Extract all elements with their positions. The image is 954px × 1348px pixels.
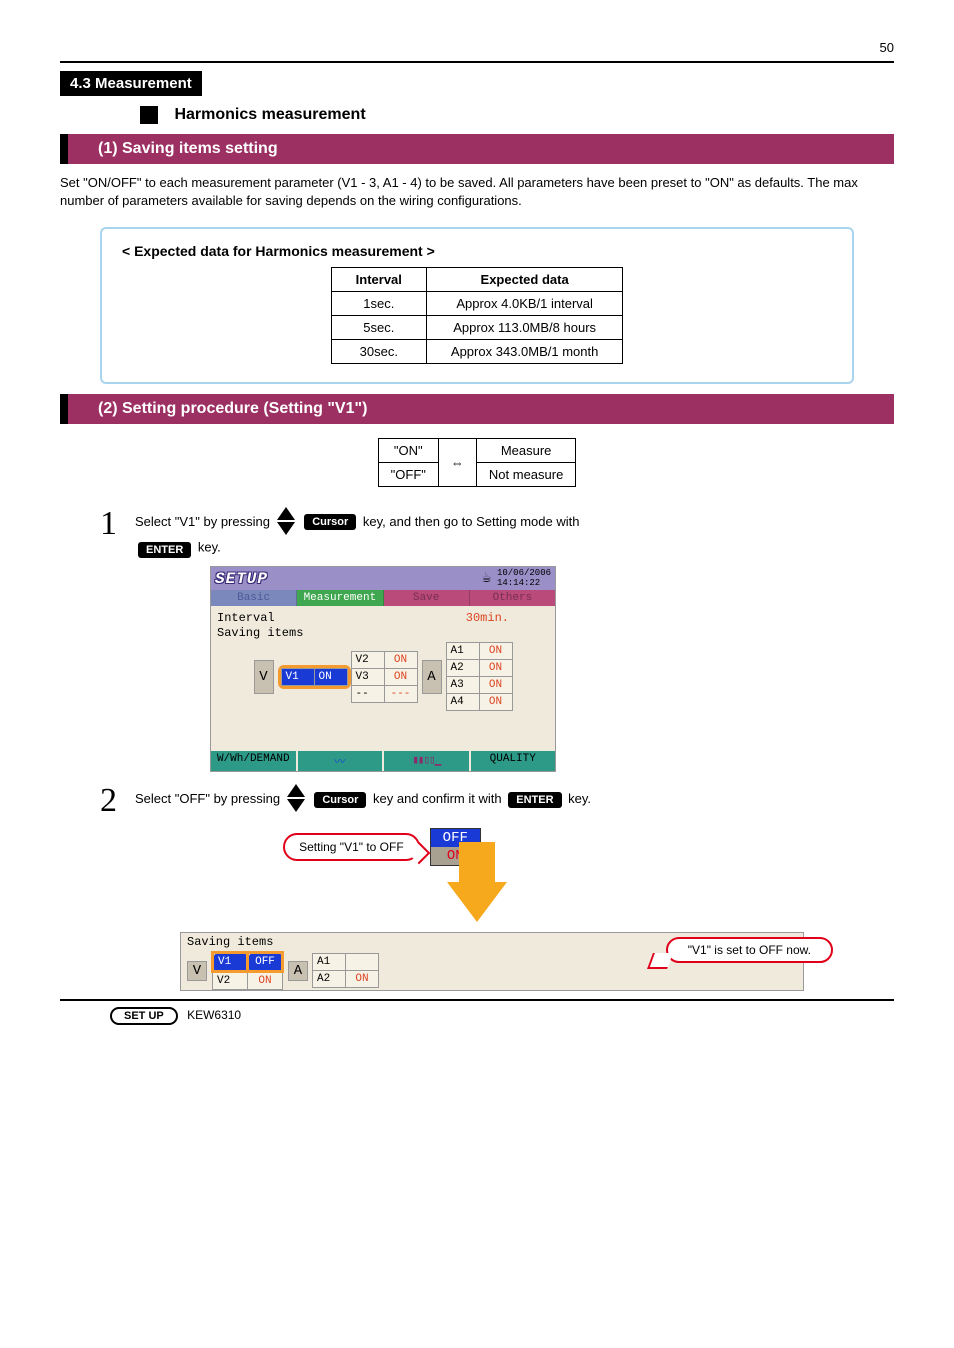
onoff-arrows: ⇔ — [438, 438, 476, 486]
footer-model: KEW6310 — [187, 1009, 241, 1023]
enter-key: ENTER — [138, 542, 191, 558]
section-label: 4.3 Measurement — [60, 71, 202, 96]
updown-cursor-icon — [277, 507, 295, 538]
softkey-bars: ▮▮▯▯▁ — [384, 751, 471, 771]
intro-paragraph: Set "ON/OFF" to each measurement paramet… — [60, 174, 894, 210]
footer: SET UP KEW6310 — [60, 1007, 894, 1025]
step1-tail: key. — [198, 539, 221, 554]
a-group-label: A — [422, 660, 442, 694]
screen-tabs: Basic Measurement Save Others — [211, 590, 555, 606]
wave-icon: 〰︎ — [334, 757, 345, 769]
screen-softkeys: W/Wh/DEMAND 〰︎ ▮▮▯▯▁ QUALITY — [211, 751, 555, 771]
onoff-measure: Measure — [476, 438, 575, 462]
tab-save: Save — [384, 590, 470, 606]
bars-icon: ▮▮▯▯▁ — [412, 755, 440, 767]
step-number: 2 — [100, 784, 117, 818]
v-table-rest: V2ON V3ON ----- — [351, 651, 418, 703]
softkey-wave: 〰︎ — [298, 751, 385, 771]
step1-text-a: Select "V1" by pressing — [135, 514, 270, 529]
saving-items-label: Saving items — [217, 626, 549, 640]
step2-text-b: key and confirm it with — [373, 791, 502, 806]
onoff-notmeasure: Not measure — [476, 462, 575, 486]
softkey-quality: QUALITY — [471, 751, 556, 771]
step-number: 1 — [100, 507, 117, 541]
table-row: 1sec.Approx 4.0KB/1 interval — [331, 291, 623, 315]
coffee-icon: ☕ — [482, 571, 491, 586]
v-group-label: V — [254, 660, 274, 694]
step-1: 1 Select "V1" by pressing Cursor key, an… — [100, 507, 894, 558]
onoff-off-label: "OFF" — [378, 462, 438, 486]
enter-key: ENTER — [508, 792, 561, 808]
onoff-legend: "ON" ⇔ Measure "OFF" Not measure — [378, 438, 577, 487]
result-a-table: A1 A2ON — [312, 953, 379, 988]
heading-procedure: (2) Setting procedure (Setting "V1") — [60, 394, 894, 424]
estimate-title: < Expected data for Harmonics measuremen… — [122, 243, 832, 259]
heading-saving-items: (1) Saving items setting — [60, 134, 894, 164]
a-table: A1ON A2ON A3ON A4ON — [446, 642, 513, 711]
v-table: V1ON — [281, 668, 348, 686]
estimate-table: Interval Expected data 1sec.Approx 4.0KB… — [331, 267, 624, 364]
step1-text-b: key, and then go to Setting mode with — [363, 514, 580, 529]
tab-basic: Basic — [211, 590, 297, 606]
tab-others: Others — [470, 590, 555, 606]
screen-title: SETUP — [215, 570, 268, 588]
square-bullet-icon — [140, 106, 158, 124]
interval-value: 30min. — [466, 611, 509, 625]
subhead: Harmonics measurement — [140, 106, 894, 124]
step2-tail: key. — [568, 791, 591, 806]
result-strip: Saving items V V1OFF V2ON A A1 A2ON "V1"… — [180, 932, 804, 991]
datetime: 10/06/200614:14:22 — [497, 569, 551, 589]
estimate-box: < Expected data for Harmonics measuremen… — [100, 227, 854, 384]
estimate-col-interval: Interval — [331, 267, 426, 291]
setup-button-icon: SET UP — [110, 1007, 178, 1025]
step2-text-a: Select "OFF" by pressing — [135, 791, 280, 806]
onoff-on-label: "ON" — [378, 438, 438, 462]
estimate-col-data: Expected data — [426, 267, 622, 291]
tab-measurement: Measurement — [297, 590, 383, 606]
a-label: A — [288, 961, 308, 981]
page-number: 50 — [60, 40, 894, 55]
result-v-table: V1OFF V2ON — [211, 951, 284, 990]
table-row: 5sec.Approx 113.0MB/8 hours — [331, 315, 623, 339]
v-label: V — [187, 961, 207, 981]
interval-label: Interval — [217, 611, 275, 625]
down-arrow-icon — [447, 882, 507, 922]
step-2: 2 Select "OFF" by pressing Cursor key an… — [100, 784, 894, 818]
cursor-key: Cursor — [304, 514, 356, 530]
cursor-key: Cursor — [314, 792, 366, 808]
table-row: 30sec.Approx 343.0MB/1 month — [331, 339, 623, 363]
updown-cursor-icon — [287, 784, 305, 815]
device-screen: SETUP ☕ 10/06/200614:14:22 Basic Measure… — [210, 566, 556, 773]
callout-set-off: Setting "V1" to OFF — [283, 833, 420, 861]
softkey-wwh: W/Wh/DEMAND — [211, 751, 298, 771]
result-callout: "V1" is set to OFF now. — [666, 937, 833, 963]
